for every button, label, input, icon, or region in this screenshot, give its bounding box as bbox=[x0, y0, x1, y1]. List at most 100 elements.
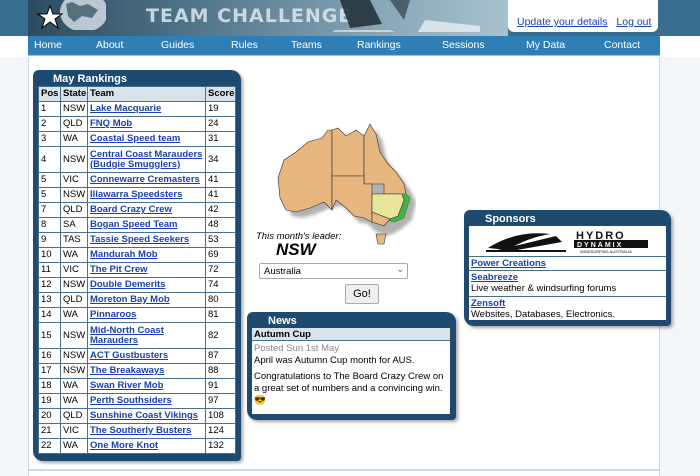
rank-position: 18 bbox=[38, 378, 61, 394]
rank-team-link[interactable]: Moreton Bay Mob bbox=[87, 292, 206, 308]
sponsor-description: Live weather & windsurfing forums bbox=[471, 283, 617, 294]
rank-score: 108 bbox=[205, 408, 236, 424]
sponsors-title: Sponsors bbox=[485, 213, 536, 225]
map-state-nt bbox=[331, 127, 365, 177]
rank-state: WA bbox=[60, 378, 88, 394]
news-posted-date: Posted Sun 1st May bbox=[254, 343, 340, 354]
rank-position: 10 bbox=[38, 247, 61, 263]
rank-team-link[interactable]: Board Crazy Crew bbox=[87, 202, 206, 218]
rank-score: 69 bbox=[205, 247, 236, 263]
rank-team-link[interactable]: Perth Southsiders bbox=[87, 393, 206, 409]
nav-guides[interactable]: Guides bbox=[161, 39, 194, 51]
rankings-row: 19 WA Perth Southsiders 97 bbox=[38, 393, 236, 409]
rank-position: 9 bbox=[38, 232, 61, 248]
nav-rankings[interactable]: Rankings bbox=[357, 39, 401, 51]
rank-position: 14 bbox=[38, 307, 61, 323]
go-button[interactable]: Go! bbox=[345, 284, 379, 304]
rank-score: 97 bbox=[205, 393, 236, 409]
rank-score: 88 bbox=[205, 363, 236, 379]
rank-team-link[interactable]: Illawarra Speedsters bbox=[87, 187, 206, 203]
column-header-team: Team bbox=[87, 86, 206, 102]
rankings-panel: May Rankings Pos State Team Score 1 NSW La… bbox=[33, 70, 241, 461]
footer-divider bbox=[28, 469, 660, 471]
rank-team-link[interactable]: The Pit Crew bbox=[87, 262, 206, 278]
rank-team-link[interactable]: Mandurah Mob bbox=[87, 247, 206, 263]
rank-team-link[interactable]: Lake Macquarie bbox=[87, 101, 206, 117]
rank-team-link[interactable]: Double Demerits bbox=[87, 277, 206, 293]
sponsor-link[interactable]: Zensoft bbox=[471, 298, 664, 309]
nav-teams[interactable]: Teams bbox=[291, 39, 322, 51]
rank-position: 8 bbox=[38, 217, 61, 233]
nav-home[interactable]: Home bbox=[34, 39, 62, 51]
map-state-tas bbox=[375, 233, 387, 245]
logo-text-dynamix: DYNAMIX bbox=[577, 242, 623, 249]
rank-position: 5 bbox=[38, 187, 61, 203]
rank-state: SA bbox=[60, 217, 88, 233]
rankings-table: Pos State Team Score 1 NSW Lake Macquarie 1… bbox=[38, 86, 236, 454]
sponsor-power-creations: Power Creations bbox=[471, 258, 664, 269]
rank-team-link[interactable]: Mid-North Coast Marauders bbox=[87, 322, 206, 349]
rank-state: VIC bbox=[60, 262, 88, 278]
rank-score: 41 bbox=[205, 187, 236, 203]
rank-team-link[interactable]: ACT Gustbusters bbox=[87, 348, 206, 364]
logout-link[interactable]: Log out bbox=[616, 16, 651, 28]
sponsors-panel: Sponsors HYDRO DYNAMIX WINDSURFING AUSTR… bbox=[464, 210, 671, 326]
chevron-down-icon: ⌄ bbox=[396, 264, 404, 274]
rank-state: NSW bbox=[60, 322, 88, 349]
rank-position: 16 bbox=[38, 348, 61, 364]
news-line-2-text: Congratulations to The Board Crazy Crew … bbox=[254, 371, 444, 394]
rank-position: 1 bbox=[38, 101, 61, 117]
rank-team-link[interactable]: Sunshine Coast Vikings bbox=[87, 408, 206, 424]
rank-state: QLD bbox=[60, 202, 88, 218]
rank-team-link[interactable]: Tassie Speed Seekers bbox=[87, 232, 206, 248]
rank-team-link[interactable]: Connewarre Cremasters bbox=[87, 172, 206, 188]
hydro-dynamix-logo[interactable]: HYDRO DYNAMIX WINDSURFING AUSTRALIA bbox=[486, 228, 650, 254]
rankings-row: 5 VIC Connewarre Cremasters 41 bbox=[38, 172, 236, 188]
rank-position: 4 bbox=[38, 146, 61, 173]
map-state-wa bbox=[277, 129, 333, 213]
rankings-row: 4 NSW Central Coast Marauders (Budgie Smug… bbox=[38, 146, 236, 173]
rank-score: 80 bbox=[205, 292, 236, 308]
rankings-row: 14 WA Pinnaroos 81 bbox=[38, 307, 236, 323]
user-menu: Update your details Log out bbox=[508, 0, 658, 32]
update-details-link[interactable]: Update your details bbox=[517, 16, 607, 28]
nav-sessions[interactable]: Sessions bbox=[442, 39, 485, 51]
nav-my-data[interactable]: My Data bbox=[526, 39, 565, 51]
nav-about[interactable]: About bbox=[96, 39, 123, 51]
rank-state: VIC bbox=[60, 172, 88, 188]
sunglasses-emoji-icon: 😎 bbox=[254, 395, 266, 406]
rankings-row: 17 NSW The Breakaways 88 bbox=[38, 363, 236, 379]
leader-value: NSW bbox=[276, 240, 316, 259]
rank-state: WA bbox=[60, 438, 88, 454]
rank-team-link[interactable]: FNQ Mob bbox=[87, 116, 206, 132]
rank-state: NSW bbox=[60, 101, 88, 117]
rank-state: TAS bbox=[60, 232, 88, 248]
country-select[interactable]: Australia ⌄ bbox=[259, 263, 408, 279]
rank-score: 53 bbox=[205, 232, 236, 248]
sponsor-link[interactable]: Power Creations bbox=[471, 258, 664, 269]
rank-state: NSW bbox=[60, 146, 88, 173]
rank-team-link[interactable]: One More Knot bbox=[87, 438, 206, 454]
rank-team-link[interactable]: Coastal Speed team bbox=[87, 131, 206, 147]
news-title: News bbox=[268, 315, 297, 327]
rank-position: 22 bbox=[38, 438, 61, 454]
nav-contact[interactable]: Contact bbox=[604, 39, 640, 51]
sponsor-seabreeze: Seabreeze Live weather & windsurfing for… bbox=[471, 272, 664, 294]
rank-team-link[interactable]: Swan River Mob bbox=[87, 378, 206, 394]
news-line-2: Congratulations to The Board Crazy Crew … bbox=[254, 371, 448, 407]
logo-text-tagline: WINDSURFING AUSTRALIA bbox=[580, 249, 632, 254]
rank-team-link[interactable]: Bogan Speed Team bbox=[87, 217, 206, 233]
rank-team-link[interactable]: Pinnaroos bbox=[87, 307, 206, 323]
rank-team-link[interactable]: Central Coast Marauders (Budgie Smuggler… bbox=[87, 146, 206, 173]
rank-team-link[interactable]: The Breakaways bbox=[87, 363, 206, 379]
rankings-row: 22 WA One More Knot 132 bbox=[38, 438, 236, 454]
main-nav: Home About Guides Rules Teams Rankings S… bbox=[28, 36, 660, 56]
nav-rules[interactable]: Rules bbox=[231, 39, 258, 51]
sponsor-link[interactable]: Seabreeze bbox=[471, 272, 664, 283]
rank-state: QLD bbox=[60, 116, 88, 132]
sponsor-zensoft: Zensoft Websites, Databases, Electronics… bbox=[471, 298, 664, 320]
rank-position: 20 bbox=[38, 408, 61, 424]
rank-score: 42 bbox=[205, 202, 236, 218]
rank-team-link[interactable]: The Southerly Busters bbox=[87, 423, 206, 439]
site-header: TEAM CHALLENGE Update your details Log o… bbox=[0, 0, 700, 36]
